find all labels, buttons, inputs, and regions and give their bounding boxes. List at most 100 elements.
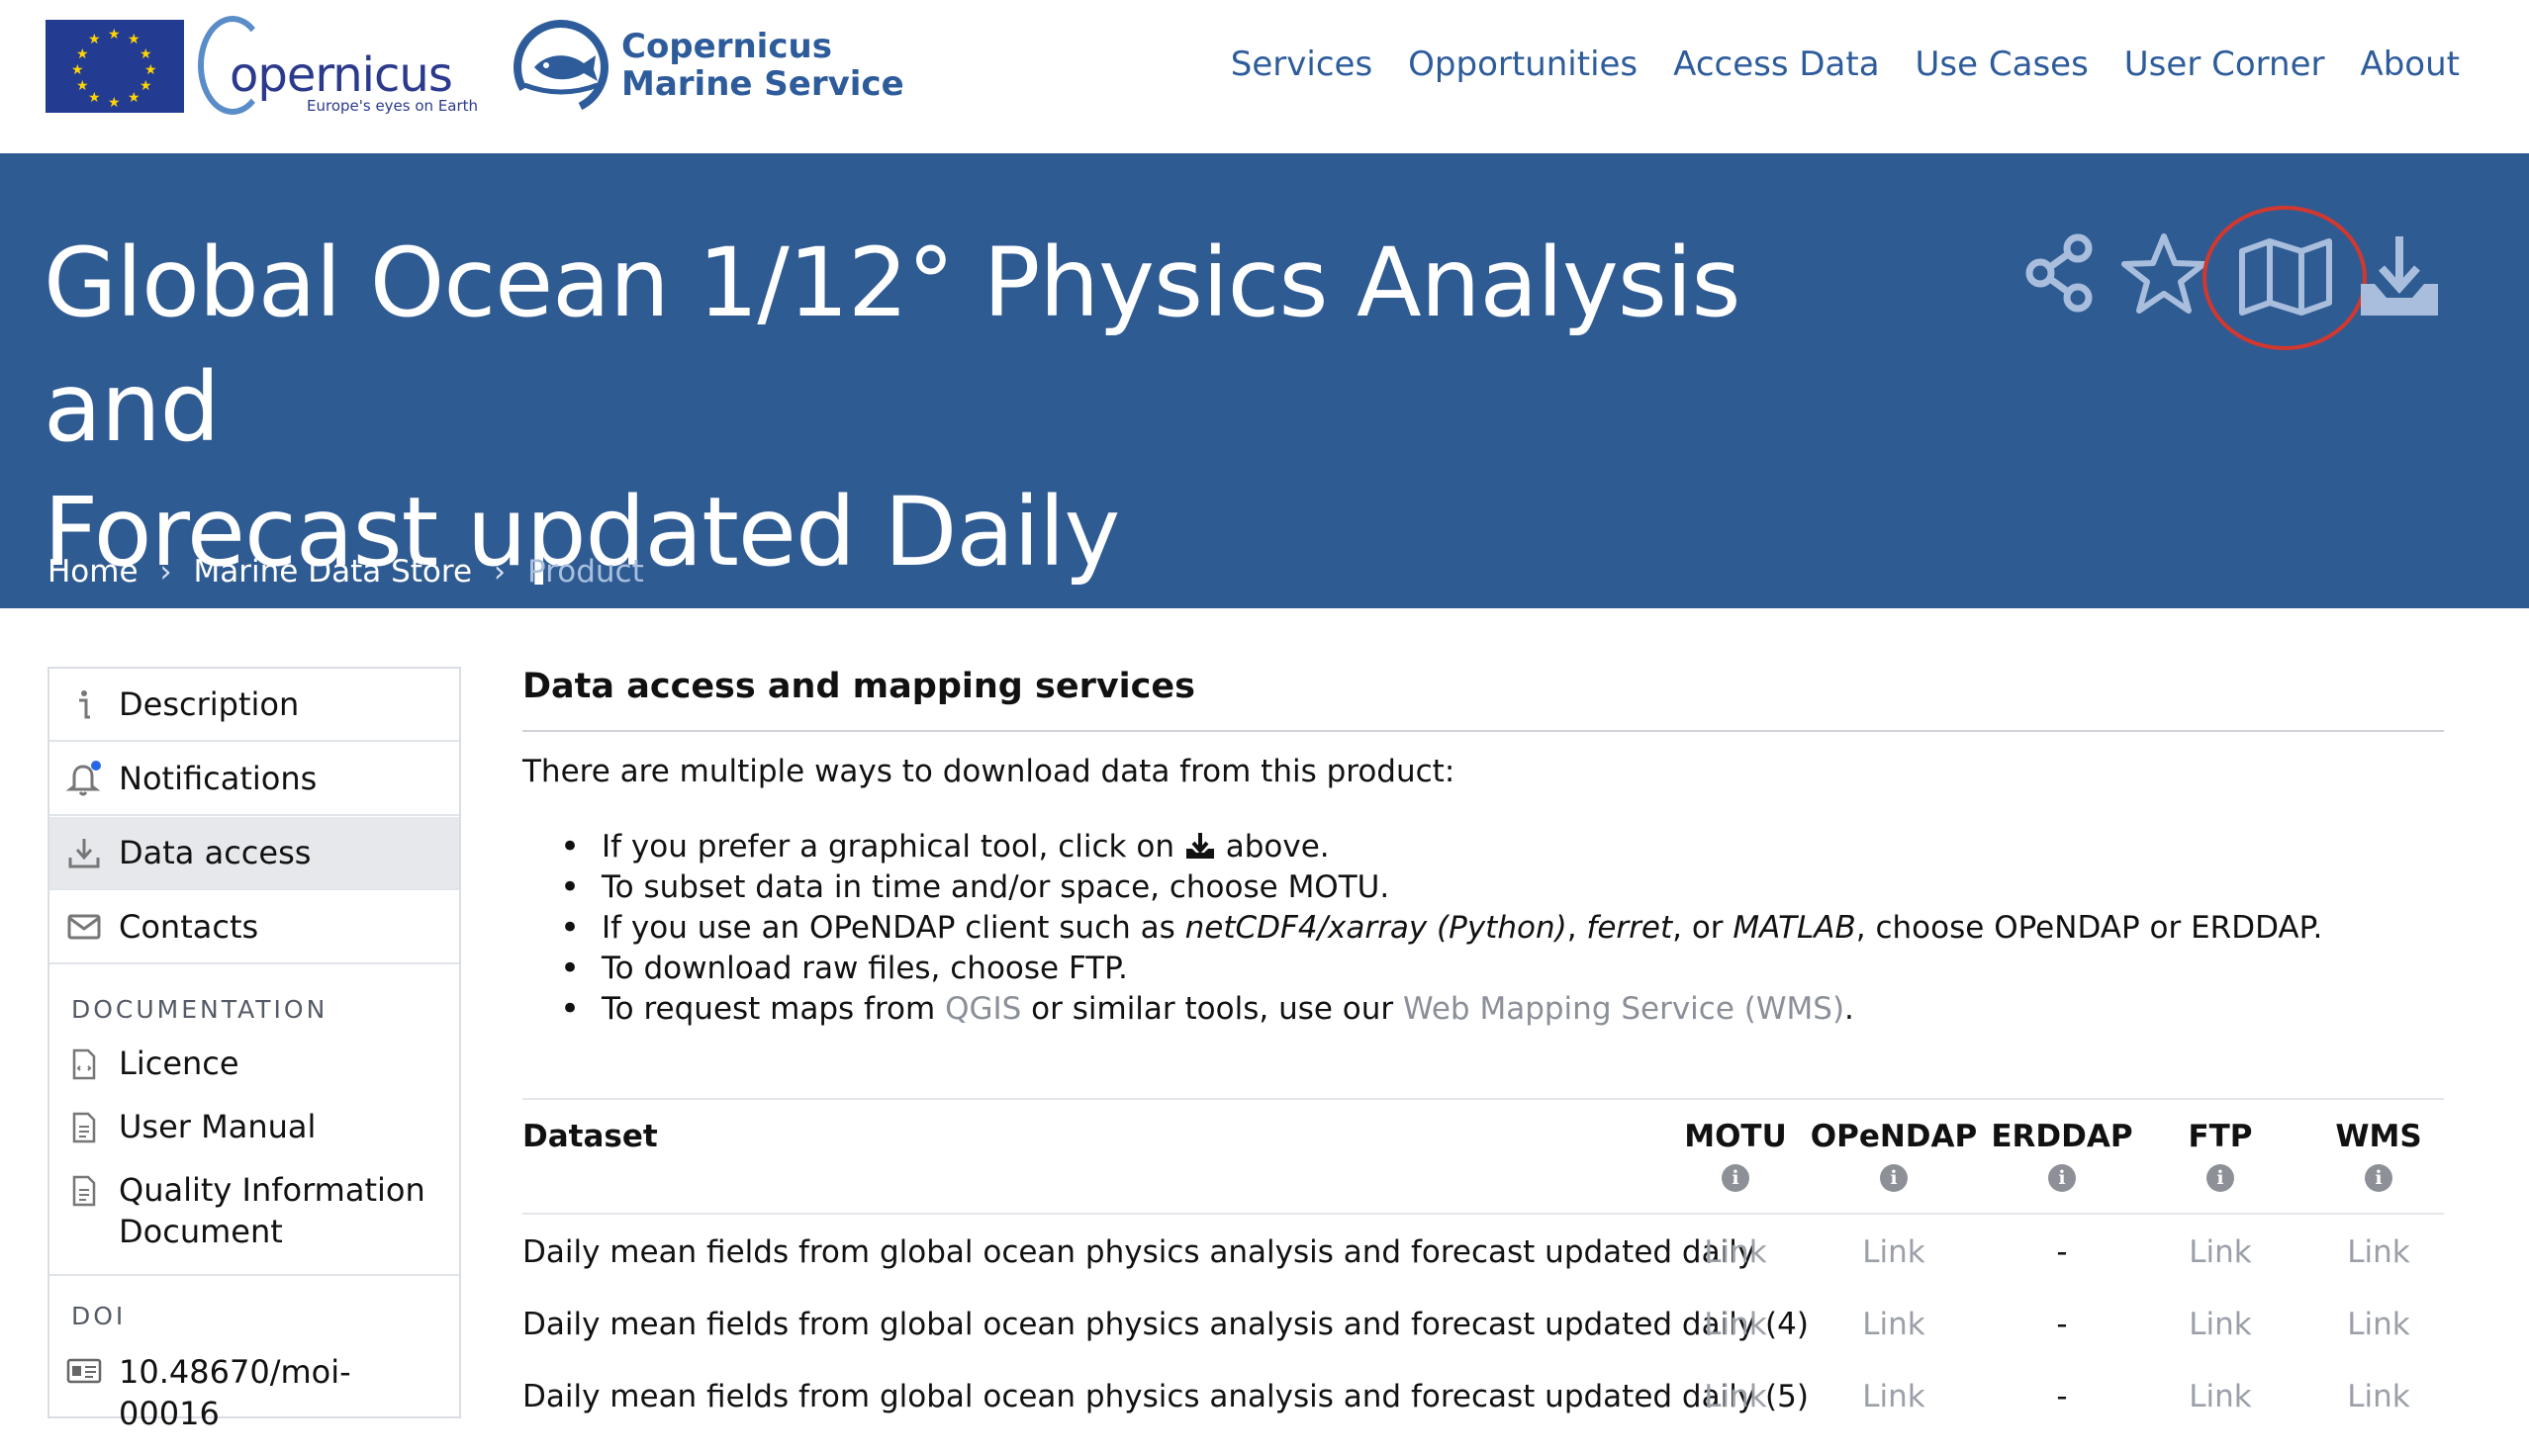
document-icon (49, 1043, 119, 1080)
breadcrumb: Home › Marine Data Store › Product (47, 554, 644, 590)
info-icon[interactable]: i (2206, 1164, 2234, 1192)
nav-services[interactable]: Services (1231, 45, 1372, 84)
sidebar-item-user-manual[interactable]: User Manual (49, 1106, 459, 1147)
info-icon (49, 687, 119, 721)
page-title-line1: Global Ocean 1/12° Physics Analysis and (44, 228, 1741, 463)
list-item: To request maps from QGIS or similar too… (560, 989, 2322, 1030)
sidebar-item-label: Description (119, 685, 300, 723)
eu-flag-logo[interactable]: ★ ★ ★ ★ ★ ★ ★ ★ ★ ★ ★ ★ (46, 20, 184, 113)
ftp-link[interactable]: Link (2141, 1307, 2299, 1342)
nav-about[interactable]: About (2360, 45, 2460, 84)
opendap-link[interactable]: Link (1805, 1307, 1983, 1342)
bullet-text: If you use an OPeNDAP client such as (602, 910, 1185, 946)
dataset-column-header: Dataset (522, 1119, 658, 1154)
copernicus-wordmark: opernicus (230, 47, 453, 103)
erddap-cell: - (2056, 1234, 2068, 1270)
ftp-link[interactable]: Link (2141, 1234, 2299, 1270)
erddap-cell: - (2056, 1307, 2068, 1342)
cms-title-line1: Copernicus (621, 27, 832, 66)
column-label: ERDDAP (1991, 1119, 2133, 1154)
sidebar: Description Notifications Data access Co… (47, 667, 461, 1432)
sidebar-item-label: Data access (119, 834, 312, 871)
doi-heading: DOI (71, 1302, 127, 1330)
page-title: Global Ocean 1/12° Physics Analysis and … (44, 221, 1874, 594)
sidebar-item-description[interactable]: Description (49, 669, 459, 742)
emphasis-text: MATLAB (1733, 910, 1856, 946)
bullet-text: , choose OPeNDAP or ERDDAP. (1855, 910, 2323, 946)
doi-entry[interactable]: 10.48670/moi-00016 (49, 1351, 459, 1434)
emphasis-text: netCDF4/xarray (Python) (1184, 910, 1567, 946)
cms-title[interactable]: Copernicus Marine Service (621, 28, 904, 103)
download-icon (1185, 833, 1214, 859)
sidebar-item-data-access[interactable]: Data access (49, 817, 459, 890)
column-label: OPeNDAP (1810, 1119, 1978, 1154)
qgis-link[interactable]: QGIS (945, 991, 1021, 1027)
fish-logo-icon[interactable] (507, 18, 615, 117)
sidebar-item-label: User Manual (119, 1108, 317, 1145)
copernicus-tagline: Europe's eyes on Earth (307, 97, 479, 115)
opendap-link[interactable]: Link (1805, 1379, 1983, 1414)
wms-link[interactable]: Link (2299, 1379, 2458, 1414)
wms-link[interactable]: Web Mapping Service (WMS) (1403, 991, 1844, 1027)
copernicus-logo[interactable]: opernicus Europe's eyes on Earth (198, 16, 485, 115)
opendap-link[interactable]: Link (1805, 1234, 1983, 1270)
bullet-text: , (1566, 910, 1587, 946)
nav-use-cases[interactable]: Use Cases (1916, 45, 2089, 84)
column-header-ftp: FTP i (2141, 1119, 2299, 1192)
highlight-circle (2202, 206, 2367, 350)
breadcrumb-home[interactable]: Home (47, 554, 139, 590)
bullet-text: or similar tools, use our (1021, 991, 1404, 1027)
site-header: ★ ★ ★ ★ ★ ★ ★ ★ ★ ★ ★ ★ opernicus Europe's eyes … (0, 0, 2529, 153)
list-item: To subset data in time and/or space, cho… (560, 867, 2322, 908)
info-icon[interactable]: i (1722, 1164, 1749, 1192)
sidebar-divider (49, 1274, 459, 1276)
column-header-wms: WMS i (2299, 1119, 2458, 1192)
sidebar-item-label: Notifications (119, 760, 318, 797)
sidebar-item-quality-information[interactable]: Quality Information Document (49, 1169, 459, 1252)
breadcrumb-product: Product (527, 554, 644, 590)
wms-link[interactable]: Link (2299, 1307, 2458, 1342)
ftp-link[interactable]: Link (2141, 1379, 2299, 1414)
info-icon[interactable]: i (2365, 1164, 2392, 1192)
bullet-text: above. (1225, 829, 1330, 864)
bullet-text: To subset data in time and/or space, cho… (602, 869, 1390, 905)
erddap-cell: - (2056, 1379, 2068, 1414)
divider (522, 730, 2444, 732)
motu-link[interactable]: Link (1666, 1307, 1805, 1342)
bullet-text: If you prefer a graphical tool, click on (602, 829, 1174, 864)
sidebar-item-label: Quality Information Document (119, 1171, 425, 1250)
list-item: If you prefer a graphical tool, click on… (560, 827, 2322, 867)
dataset-name: Daily mean fields from global ocean phys… (522, 1379, 1809, 1414)
breadcrumb-marine-data-store[interactable]: Marine Data Store (194, 554, 472, 590)
bell-icon (49, 759, 119, 798)
chevron-right-icon: › (159, 554, 172, 590)
documentation-heading: DOCUMENTATION (71, 995, 328, 1024)
emphasis-text: ferret (1586, 910, 1673, 946)
sidebar-item-licence[interactable]: Licence (49, 1043, 459, 1084)
product-banner: Global Ocean 1/12° Physics Analysis and … (0, 153, 2529, 608)
sidebar-item-notifications[interactable]: Notifications (49, 743, 459, 816)
section-title: Data access and mapping services (522, 667, 1195, 706)
bullet-text: , or (1672, 910, 1733, 946)
star-icon[interactable] (2119, 230, 2208, 319)
nav-user-corner[interactable]: User Corner (2124, 45, 2325, 84)
wms-link[interactable]: Link (2299, 1234, 2458, 1270)
envelope-icon (49, 913, 119, 941)
nav-opportunities[interactable]: Opportunities (1408, 45, 1638, 84)
id-card-icon (49, 1351, 119, 1385)
table-top-rule (522, 1098, 2444, 1100)
share-icon[interactable] (2018, 230, 2104, 316)
download-icon (49, 836, 119, 869)
motu-link[interactable]: Link (1666, 1379, 1805, 1414)
main-nav: Services Opportunities Access Data Use C… (1231, 45, 2460, 84)
doi-value: 10.48670/moi-00016 (119, 1353, 351, 1432)
info-icon[interactable]: i (1880, 1164, 1908, 1192)
sidebar-item-contacts[interactable]: Contacts (49, 891, 459, 964)
column-label: WMS (2335, 1119, 2422, 1154)
info-icon[interactable]: i (2048, 1164, 2076, 1192)
motu-link[interactable]: Link (1666, 1234, 1805, 1270)
document-icon (49, 1169, 119, 1207)
list-item: To download raw files, choose FTP. (560, 949, 2322, 989)
download-icon[interactable] (2355, 232, 2444, 321)
nav-access-data[interactable]: Access Data (1673, 45, 1879, 84)
